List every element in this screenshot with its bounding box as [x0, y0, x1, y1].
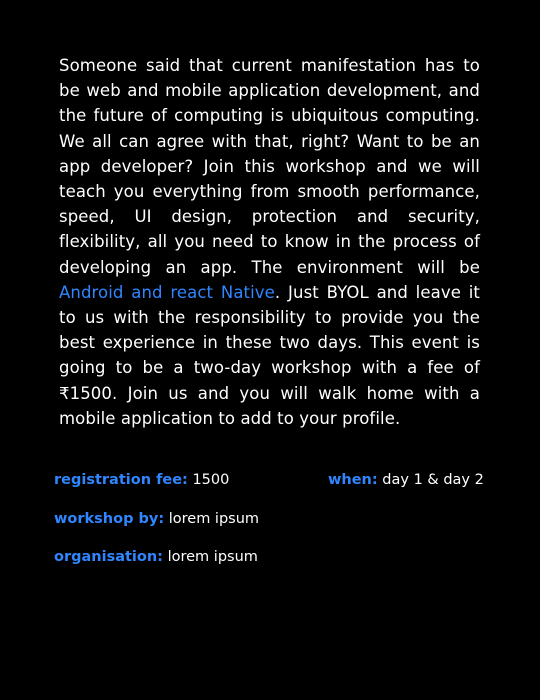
organisation-row: organisation: lorem ipsum — [54, 547, 258, 567]
workshop-by-label: workshop by: — [54, 511, 165, 527]
organisation-value: lorem ipsum — [167, 549, 258, 565]
registration-fee-label: registration fee: — [54, 472, 188, 488]
event-description: Someone said that current manifestation … — [59, 53, 480, 431]
description-text-part2: . Just BYOL and leave it to us with the … — [59, 282, 480, 428]
description-text-part1: Someone said that current manifestation … — [59, 56, 480, 277]
registration-fee-value: 1500 — [192, 472, 230, 488]
when-value: day 1 & day 2 — [382, 472, 484, 488]
description-highlight-platform: Android and react Native — [59, 282, 275, 302]
workshop-by-row: workshop by: lorem ipsum — [54, 509, 259, 529]
organisation-label: organisation: — [54, 549, 163, 565]
when-label: when: — [328, 472, 378, 488]
workshop-by-value: lorem ipsum — [168, 511, 260, 527]
registration-fee-row: registration fee: 1500 — [54, 470, 229, 490]
when-row: when: day 1 & day 2 — [328, 470, 484, 490]
